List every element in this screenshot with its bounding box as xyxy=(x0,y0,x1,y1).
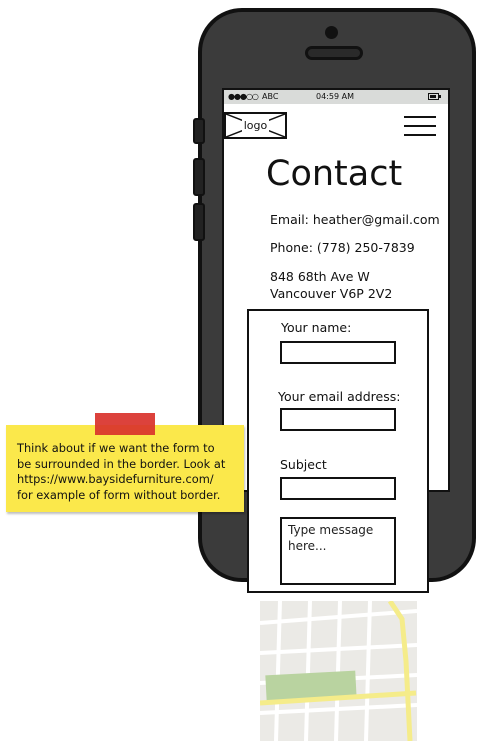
menu-line xyxy=(404,134,436,136)
menu-line xyxy=(404,116,436,118)
menu-line xyxy=(404,125,436,127)
name-field[interactable] xyxy=(280,341,396,364)
battery-icon xyxy=(428,93,441,100)
carrier-name: ABC xyxy=(262,92,279,101)
contact-phone[interactable]: Phone: (778) 250-7839 xyxy=(270,240,415,256)
sticky-note: Think about if we want the form to be su… xyxy=(6,425,244,512)
signal-strength-icon: ●●●○○ xyxy=(228,92,259,101)
contact-address-line1: 848 68th Ave W xyxy=(270,269,370,284)
phone-volume-up-button xyxy=(193,158,205,196)
name-label: Your name: xyxy=(281,320,352,335)
contact-address-line2: Vancouver V6P 2V2 xyxy=(270,286,393,301)
note-text-line: be surrounded in the border. Look at xyxy=(17,456,226,471)
tape-strip xyxy=(95,413,155,435)
message-textarea[interactable]: Type message here... xyxy=(280,517,396,585)
hamburger-menu-icon[interactable] xyxy=(404,114,436,138)
note-text-line: for example of form without border. xyxy=(17,487,221,502)
camera-icon xyxy=(325,26,338,39)
logo-text: logo xyxy=(241,119,270,132)
email-field[interactable] xyxy=(280,408,396,431)
note-text-line: Think about if we want the form to xyxy=(17,441,215,455)
phone-side-button xyxy=(193,118,205,144)
logo-placeholder[interactable]: logo xyxy=(224,112,287,139)
page-title: Contact xyxy=(266,154,403,194)
note-text-line: https://www.baysidefurniture.com/ xyxy=(17,472,214,486)
contact-email[interactable]: Email: heather@gmail.com xyxy=(270,212,440,228)
email-label: Your email address: xyxy=(278,389,401,404)
phone-volume-down-button xyxy=(193,203,205,241)
status-bar: ●●●○○ ABC 04:59 AM xyxy=(224,90,448,104)
status-time: 04:59 AM xyxy=(316,92,354,101)
subject-field[interactable] xyxy=(280,477,396,500)
speaker-grille xyxy=(305,46,363,60)
subject-label: Subject xyxy=(280,457,327,472)
map-image[interactable] xyxy=(260,601,417,741)
